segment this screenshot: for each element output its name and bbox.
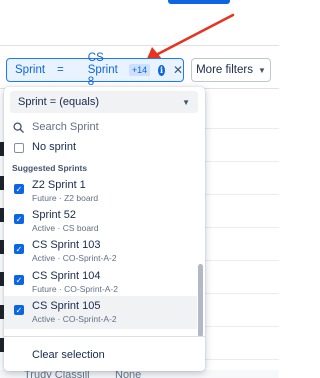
sprint-subtitle: Active · CO-Sprint-A-2 bbox=[32, 314, 117, 324]
sprint-subtitle: Future · Z2 board bbox=[32, 193, 99, 203]
close-icon[interactable]: ✕ bbox=[173, 64, 183, 76]
sprint-filter-dropdown: Sprint = (equals) ▼ Search Sprint No spr… bbox=[4, 87, 205, 371]
sprint-title: CS Sprint 103 bbox=[32, 239, 101, 251]
operator-select-value: Sprint = (equals) bbox=[18, 96, 100, 108]
checkbox-checked-icon[interactable]: ✓ bbox=[14, 184, 24, 194]
table-row-divider bbox=[205, 161, 279, 162]
sprint-title: CS Sprint 105 bbox=[32, 300, 101, 312]
footer-divider bbox=[4, 336, 205, 337]
table-row-divider bbox=[205, 194, 279, 195]
list-item[interactable]: ✓ Sprint 52 Active · CS board bbox=[4, 209, 197, 237]
top-primary-button[interactable] bbox=[168, 0, 230, 4]
search-placeholder: Search Sprint bbox=[32, 121, 99, 133]
sprint-title: Sprint 52 bbox=[32, 209, 77, 221]
table-row-divider bbox=[205, 128, 279, 129]
table-row-divider bbox=[205, 293, 279, 294]
list-item[interactable]: ✓ CS Sprint 104 Future · CO-Sprint-A-2 bbox=[4, 270, 197, 298]
table-row-divider bbox=[205, 260, 279, 261]
list-item[interactable]: ✓ CS Sprint 103 Active · CO-Sprint-A-2 bbox=[4, 239, 197, 267]
table-row-divider bbox=[205, 326, 279, 327]
extra-count-badge: +14 bbox=[128, 64, 151, 76]
search-icon bbox=[13, 121, 24, 133]
list-item[interactable]: ✓ CS Sprint 105 Active · CO-Sprint-A-2 bbox=[4, 300, 197, 328]
checkbox-checked-icon[interactable]: ✓ bbox=[14, 275, 24, 285]
clear-selection-button[interactable]: Clear selection bbox=[32, 349, 105, 361]
filter-field-label: Sprint bbox=[15, 64, 46, 76]
operator-select[interactable]: Sprint = (equals) ▼ bbox=[10, 91, 198, 113]
sprint-title: CS Sprint 104 bbox=[32, 270, 101, 282]
filter-operator: = bbox=[57, 64, 64, 76]
chevron-down-icon: ▼ bbox=[257, 65, 266, 75]
sprint-filter-pill[interactable]: Sprint = CS Sprint 8 +14 i ✕ bbox=[6, 52, 184, 88]
checkbox-unchecked[interactable] bbox=[14, 143, 24, 153]
sprint-subtitle: Active · CS board bbox=[32, 223, 99, 233]
sprint-subtitle: Future · CO-Sprint-A-2 bbox=[32, 284, 118, 294]
scrollbar[interactable] bbox=[198, 264, 203, 337]
table-row-divider bbox=[205, 227, 279, 228]
checkbox-checked-icon[interactable]: ✓ bbox=[14, 214, 24, 224]
search-input[interactable]: Search Sprint bbox=[10, 116, 198, 138]
suggested-sprints-heading: Suggested Sprints bbox=[12, 163, 88, 173]
sprint-subtitle: Active · CO-Sprint-A-2 bbox=[32, 253, 117, 263]
more-filters-label: More filters bbox=[196, 64, 253, 76]
more-filters-button[interactable]: More filters ▼ bbox=[191, 58, 271, 82]
list-item[interactable]: ✓ Z2 Sprint 1 Future · Z2 board bbox=[4, 179, 197, 207]
no-sprint-option[interactable]: No sprint bbox=[4, 140, 197, 156]
chevron-down-icon: ▼ bbox=[182, 97, 190, 107]
filter-value: CS Sprint 8 bbox=[87, 52, 118, 88]
sprint-title: Z2 Sprint 1 bbox=[32, 179, 86, 191]
info-icon[interactable]: i bbox=[158, 64, 165, 76]
checkbox-checked-icon[interactable]: ✓ bbox=[14, 305, 24, 315]
header-divider bbox=[0, 45, 279, 46]
checkbox-checked-icon[interactable]: ✓ bbox=[14, 244, 24, 254]
table-row-divider bbox=[205, 359, 279, 360]
option-label: No sprint bbox=[32, 141, 77, 153]
